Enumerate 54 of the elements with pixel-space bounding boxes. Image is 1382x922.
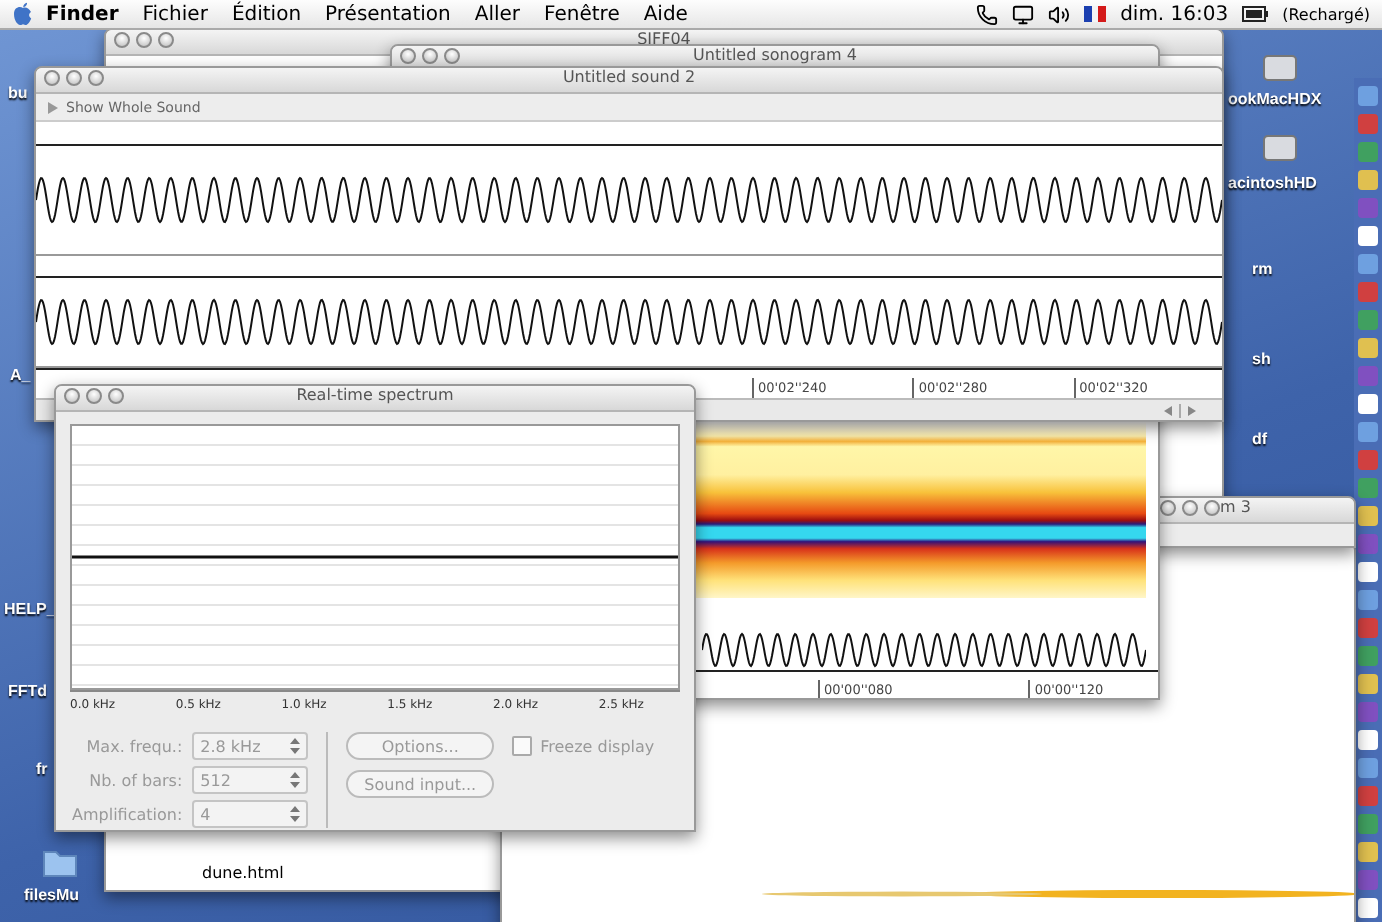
apple-icon[interactable]: [12, 2, 34, 26]
desktop-icon-label[interactable]: HELP_: [4, 600, 56, 618]
desktop-icon-label[interactable]: FFTd: [8, 682, 48, 700]
folder-icon[interactable]: [42, 846, 78, 878]
desktop-icon-label[interactable]: ookMacHDX: [1228, 90, 1322, 108]
menu-item[interactable]: Finder: [34, 3, 131, 25]
display-icon[interactable]: [1012, 3, 1035, 25]
desktop-icon-label[interactable]: bu: [8, 84, 28, 102]
close-button[interactable]: [400, 48, 416, 64]
desktop-icon-label[interactable]: df: [1252, 430, 1268, 448]
window-title: Untitled sound 2: [560, 70, 698, 86]
field-label: Amplification:: [72, 805, 183, 823]
window-title: SIFF04: [635, 32, 693, 48]
menu-item[interactable]: Fichier: [130, 3, 220, 25]
menu-item[interactable]: Aide: [631, 3, 700, 25]
zoom-button[interactable]: [158, 32, 174, 48]
desktop-icon-label[interactable]: acintoshHD: [1228, 174, 1317, 192]
minimize-button[interactable]: [136, 32, 152, 48]
desktop-icon-label[interactable]: A_: [10, 366, 31, 384]
desktop-icon-label[interactable]: fr: [36, 760, 48, 778]
minimize-button[interactable]: [66, 70, 82, 86]
menu-item[interactable]: Présentation: [313, 3, 463, 25]
close-button[interactable]: [44, 70, 60, 86]
field-label: Nb. of bars:: [87, 771, 183, 789]
zoom-button[interactable]: [88, 70, 104, 86]
zoom-button[interactable]: [444, 48, 460, 64]
desktop-icon-label[interactable]: rm: [1252, 260, 1273, 278]
menu-item[interactable]: Édition: [219, 3, 314, 25]
hard-drive-icon[interactable]: [1262, 134, 1298, 162]
battery-icon[interactable]: [1242, 6, 1269, 22]
close-button[interactable]: [114, 32, 130, 48]
battery-status: (Rechargé): [1282, 5, 1370, 23]
desktop-icon-label[interactable]: filesMu: [24, 886, 80, 904]
menu-item[interactable]: Aller: [462, 3, 533, 25]
hard-drive-icon[interactable]: [1262, 54, 1298, 82]
clock[interactable]: dim. 16:03: [1120, 3, 1229, 25]
file-name[interactable]: dune.html: [202, 864, 284, 882]
minimize-button[interactable]: [422, 48, 438, 64]
zoom-button[interactable]: [1204, 500, 1220, 516]
minimize-button[interactable]: [86, 388, 102, 404]
window-title: Untitled sonogram 4: [691, 48, 859, 64]
minimize-button[interactable]: [1182, 500, 1198, 516]
window-title: m 3: [1220, 500, 1253, 516]
flag-icon[interactable]: [1084, 6, 1107, 22]
menu-item[interactable]: Fenêtre: [532, 3, 632, 25]
phone-icon[interactable]: [976, 3, 999, 25]
volume-icon[interactable]: [1048, 3, 1071, 25]
zoom-button[interactable]: [108, 388, 124, 404]
scroll-arrows-icon[interactable]: [1162, 403, 1198, 417]
desktop-icon-label[interactable]: sh: [1252, 350, 1271, 368]
window-title: Real-time spectrum: [294, 388, 456, 404]
field-label: Max. frequ.:: [84, 737, 183, 755]
close-button[interactable]: [1160, 500, 1176, 516]
close-button[interactable]: [64, 388, 80, 404]
